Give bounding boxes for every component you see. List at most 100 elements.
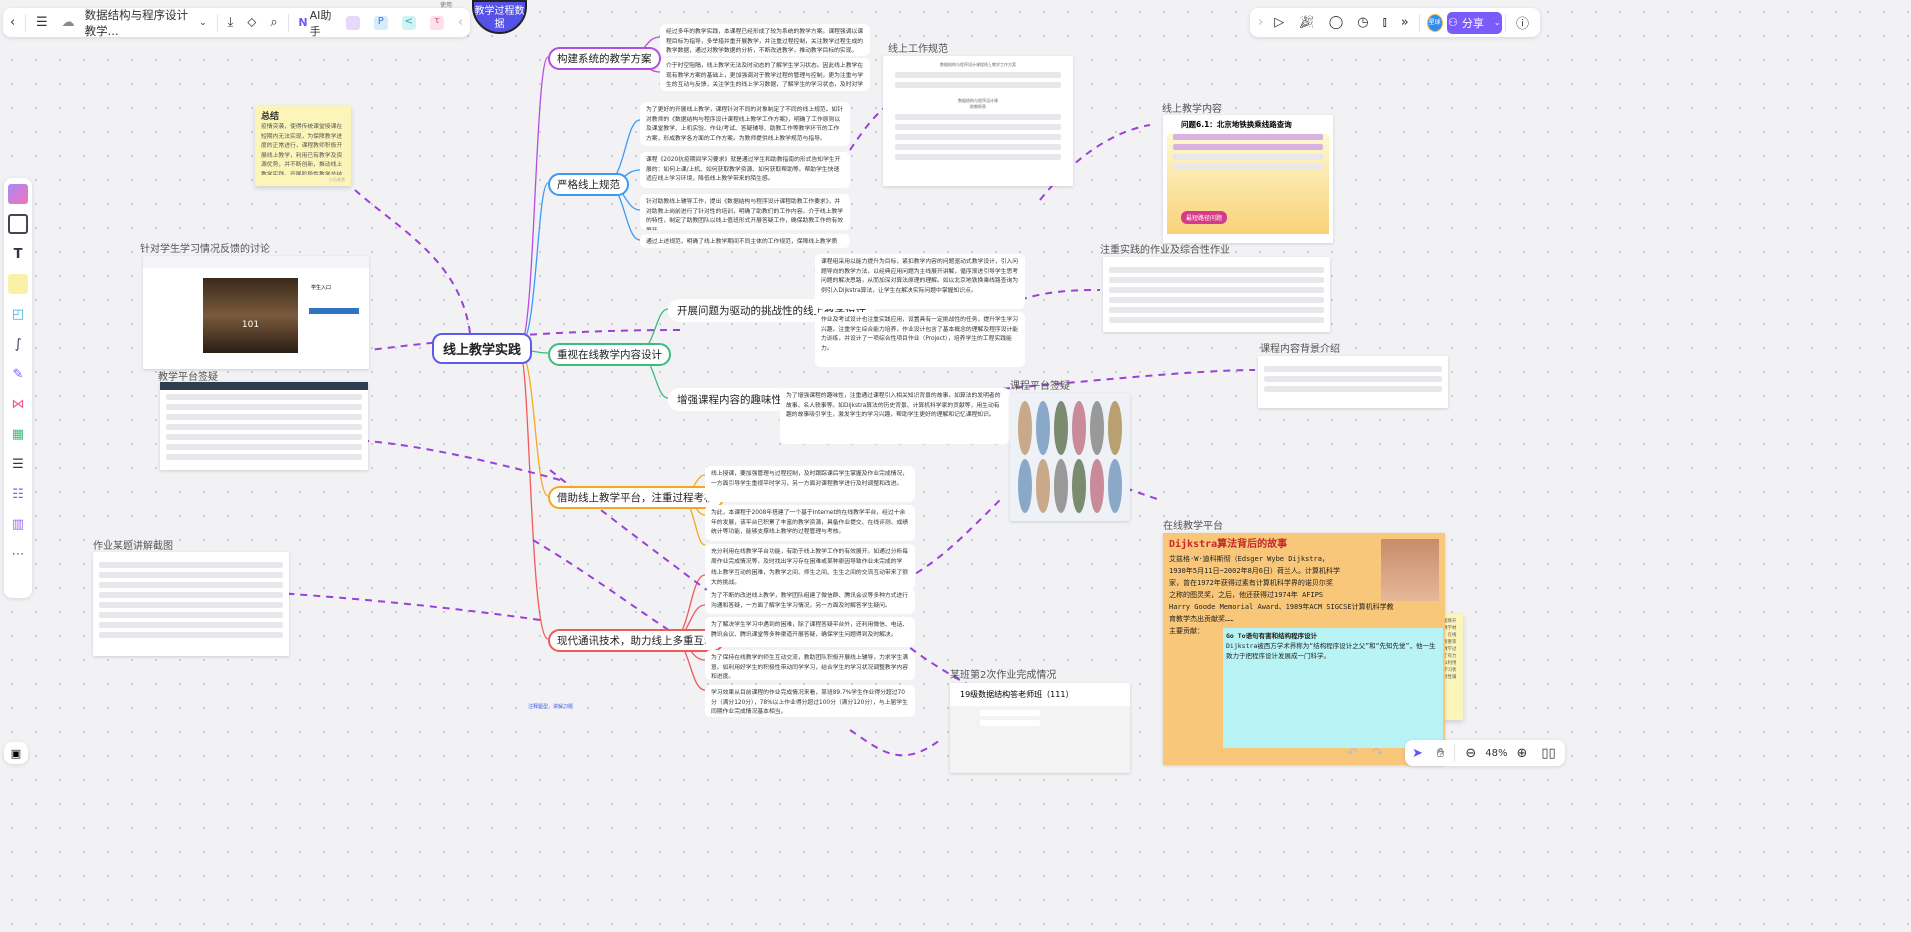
content-slide-image[interactable]: 问题6.1：北京地铁换乘线路查询 最短路径问题 <box>1163 115 1333 243</box>
branch-teaching-plan[interactable]: 构建系统的教学方案 <box>548 47 661 70</box>
redo-icon[interactable]: ↷ <box>1365 739 1390 767</box>
background-intro-image[interactable] <box>1258 356 1448 408</box>
text-card[interactable]: 为了更好的开展线上教学，课程针对不同的对象制定了不同的线上规范。如针对教师的《数… <box>640 102 850 146</box>
doc-icon[interactable]: ☰ <box>8 454 28 474</box>
text-card[interactable]: 学习效果从目前课程的作业完成情况来看，某班89.7%学生作业得分超过70分（满分… <box>705 685 915 717</box>
minimap-icon: ▣ <box>10 746 22 760</box>
timer-icon[interactable]: ◷ <box>1350 9 1375 37</box>
list-icon[interactable]: ☷ <box>8 484 28 504</box>
left-toolbar: ⠀ T ◰ ∫ ✎ ⋈ ▦ ☰ ☷ ▥ ⋯ <box>4 178 32 598</box>
top-toolbar: ‹ ☰ ☁ 数据结构与程序设计教学... ⌄ ⤓ ⬦ ⌕ N AI助手 P < ꚍ… <box>3 8 470 38</box>
more-icon[interactable]: » <box>1394 9 1416 37</box>
branch-online-norms[interactable]: 严格线上规范 <box>548 173 629 196</box>
avatar[interactable]: 星球 <box>1426 13 1443 32</box>
image-label: 线上工作规范 <box>888 44 948 55</box>
zoom-out-icon[interactable]: ⊖ <box>1458 739 1483 767</box>
sticky-body: 疫情突袭，使得传统课堂授课在短期内无法实现，为保障教学进度的正常进行，课程教师积… <box>261 124 343 175</box>
discussion-image[interactable]: 101 学生入口 <box>143 256 369 369</box>
text-card[interactable]: 经过多年的教学实践，本课程已经形成了较为系统的教学方案。课程强调以课程目标为指导… <box>660 24 870 56</box>
p-plugin-icon[interactable]: P <box>367 9 395 37</box>
ai-label: AI助手 <box>309 8 332 38</box>
text-icon[interactable]: T <box>8 244 28 264</box>
user-share-icon: ⚇ <box>1448 16 1458 29</box>
text-card[interactable]: 线上教学互动的困难，为教学之间、师生之间、生生之间的交流互动带来了很大的挑战。 <box>705 565 915 587</box>
branch-interaction[interactable]: 现代通讯技术，助力线上多重互动 <box>548 629 724 652</box>
sticky-author: 小石老师 <box>329 177 345 182</box>
qa-platform-image[interactable] <box>160 382 368 470</box>
chevron-right-icon[interactable]: › <box>1254 9 1267 37</box>
central-node[interactable]: 线上教学实践 <box>432 333 533 364</box>
cloud-synced-icon: ☁ <box>61 15 75 30</box>
flow-plugin-icon[interactable]: ꚍ <box>423 9 451 37</box>
zoom-in-icon[interactable]: ⊕ <box>1509 739 1534 767</box>
doc-title[interactable]: 数据结构与程序设计教学... <box>82 8 193 38</box>
back-icon[interactable]: ‹ <box>3 9 22 37</box>
text-card[interactable]: 为了不断的改进线上教学，教学团队组建了微信群、腾讯会议等多种方式进行沟通和答疑，… <box>705 588 915 614</box>
cursor-icon[interactable]: ➤ <box>1405 739 1430 767</box>
search-icon[interactable]: ⌕ <box>263 9 284 37</box>
work-spec-image[interactable]: 数据结构与程序设计课程线上教学工作方案 数据结构与程序设计课 助教职责 <box>883 56 1073 186</box>
subbranch-interest[interactable]: 增强课程内容的趣味性 <box>668 388 791 411</box>
summary-sticky-note[interactable]: 总结 疫情突袭，使得传统课堂授课在短期内无法实现，为保障教学进度的正常进行，课程… <box>255 106 351 186</box>
book-icon[interactable]: ▯▯ <box>1534 739 1562 767</box>
practice-homework-image[interactable] <box>1103 257 1330 332</box>
play-icon[interactable]: ▷ <box>1267 9 1291 37</box>
image-label: 课程平台签疑 <box>1010 381 1070 392</box>
text-card[interactable]: 为了保持在线教学的师生互动交流，教助团队积极开展线上辅导，力求学生满意。如利用好… <box>705 650 915 680</box>
story-line: Harry Goode Memorial Award、1989年ACM SIGC… <box>1169 603 1394 611</box>
explain-image[interactable] <box>93 552 289 656</box>
frame-icon[interactable]: ⠀ <box>8 214 28 234</box>
minimap-button[interactable]: ▣ <box>4 742 28 764</box>
help-icon[interactable]: ⓘ <box>1509 9 1536 37</box>
text-card[interactable]: 通过上述规范，明确了线上教学期间不同主体的工作规范，保障线上教学质量。 <box>640 234 850 248</box>
text-card[interactable]: 为了增强课程的趣味性，注重通过课程引入相关知识背景的故事，如算法的发明者的故事、… <box>780 388 1010 444</box>
tag-icon[interactable]: ⬦ <box>240 9 263 37</box>
class-qa-image[interactable] <box>1010 393 1130 521</box>
collapse-icon[interactable]: ‹ <box>451 9 470 37</box>
chevron-down-icon[interactable]: ⌄ <box>1494 18 1501 27</box>
undo-icon[interactable]: ↶ <box>1340 739 1365 767</box>
sticky-note-icon[interactable] <box>8 274 28 294</box>
text-card[interactable]: 为此，本课程于2008年搭建了一个基于Internet的在线教学平台，经过十余年… <box>705 505 915 541</box>
footer-note: 注释题型，讲解习题 <box>528 704 574 710</box>
image-label: 课程内容背景介绍 <box>1260 344 1340 355</box>
popup-title: Go To语句有害和结构程序设计 <box>1226 632 1318 640</box>
image-plugin-icon[interactable] <box>339 9 367 37</box>
text-card[interactable]: 针对助教线上辅导工作，提出《数据结构与程序设计课程助教工作要求》，并对助教上岗前… <box>640 194 850 230</box>
more-icon[interactable]: ⋯ <box>8 544 28 564</box>
share-plugin-icon[interactable]: < <box>395 9 423 37</box>
mindmap-icon[interactable]: ⋈ <box>8 394 28 414</box>
login-title: 学生入口 <box>311 285 332 291</box>
text-card[interactable]: 课程组采用以能力提升为目标，紧扣教学内容的问题驱动式教学设计，引入问题导向的教学… <box>815 254 1025 309</box>
homework-chat-image[interactable]: 19级数据结构答老师班（111） <box>950 683 1130 773</box>
connector-icon[interactable]: ∫ <box>8 334 28 354</box>
hand-icon[interactable]: ✋︎ <box>1430 739 1451 767</box>
branch-content-design[interactable]: 重视在线教学内容设计 <box>548 343 671 366</box>
kanban-icon[interactable]: ▥ <box>8 514 28 534</box>
text-card[interactable]: 为了解决学生学习中遇到的困难，除了课程答疑平台外，还利用微信、电话、腾讯会议、腾… <box>705 617 915 647</box>
shape-icon[interactable]: ◰ <box>8 304 28 324</box>
zoom-level[interactable]: 48% <box>1483 739 1509 767</box>
text-card[interactable]: 介于时空阻隔，线上教学无法及时动态的了解学生学习状态。因此线上教学在现有教学方案… <box>660 58 870 91</box>
menu-icon[interactable]: ☰ <box>29 9 55 37</box>
chat-group-title: 19级数据结构答老师班（111） <box>950 683 1130 706</box>
table-icon[interactable]: ▦ <box>8 424 28 444</box>
share-button[interactable]: ⚇ 分享 ⌄ <box>1446 11 1503 34</box>
slide-stamp: 最短路径问题 <box>1181 211 1228 224</box>
image-label: 注重实践的作业及综合性作业 <box>1100 245 1230 256</box>
template-icon[interactable] <box>8 184 28 204</box>
chevron-down-icon[interactable]: ⌄ <box>192 9 214 37</box>
branch-platform-assessment[interactable]: 借助线上教学平台，注重过程考核 <box>548 486 724 509</box>
text-card[interactable]: 线上授课，要加强管理与过程控制，及时跟踪课后学生掌握及作业完成情况，一方面引导学… <box>705 466 915 502</box>
text-card[interactable]: 作业及考试设计也注重实践应用，设置具有一定挑战性的任务，提升学生学习兴趣。注重学… <box>815 312 1025 367</box>
download-icon[interactable]: ⤓ <box>220 9 240 37</box>
platform-image[interactable]: Dijkstra算法背后的故事 艾兹格·W·迪科斯彻（Edsger Wybe D… <box>1163 533 1445 765</box>
vote-icon[interactable]: ⫾ <box>1376 9 1394 37</box>
node-tag: 使用 <box>440 2 453 9</box>
ai-assistant-button[interactable]: N AI助手 <box>291 8 338 38</box>
text-card[interactable]: 课程《2020抗疫期间学习要求》就是通过学生和助教指南的形式告知学生开展的：如何… <box>640 152 850 188</box>
celebrate-icon[interactable]: 🎉︎ <box>1291 9 1322 37</box>
comment-icon[interactable]: ◯ <box>1322 9 1351 37</box>
image-label: 教学平台签疑 <box>158 372 218 383</box>
pen-icon[interactable]: ✎ <box>8 364 28 384</box>
